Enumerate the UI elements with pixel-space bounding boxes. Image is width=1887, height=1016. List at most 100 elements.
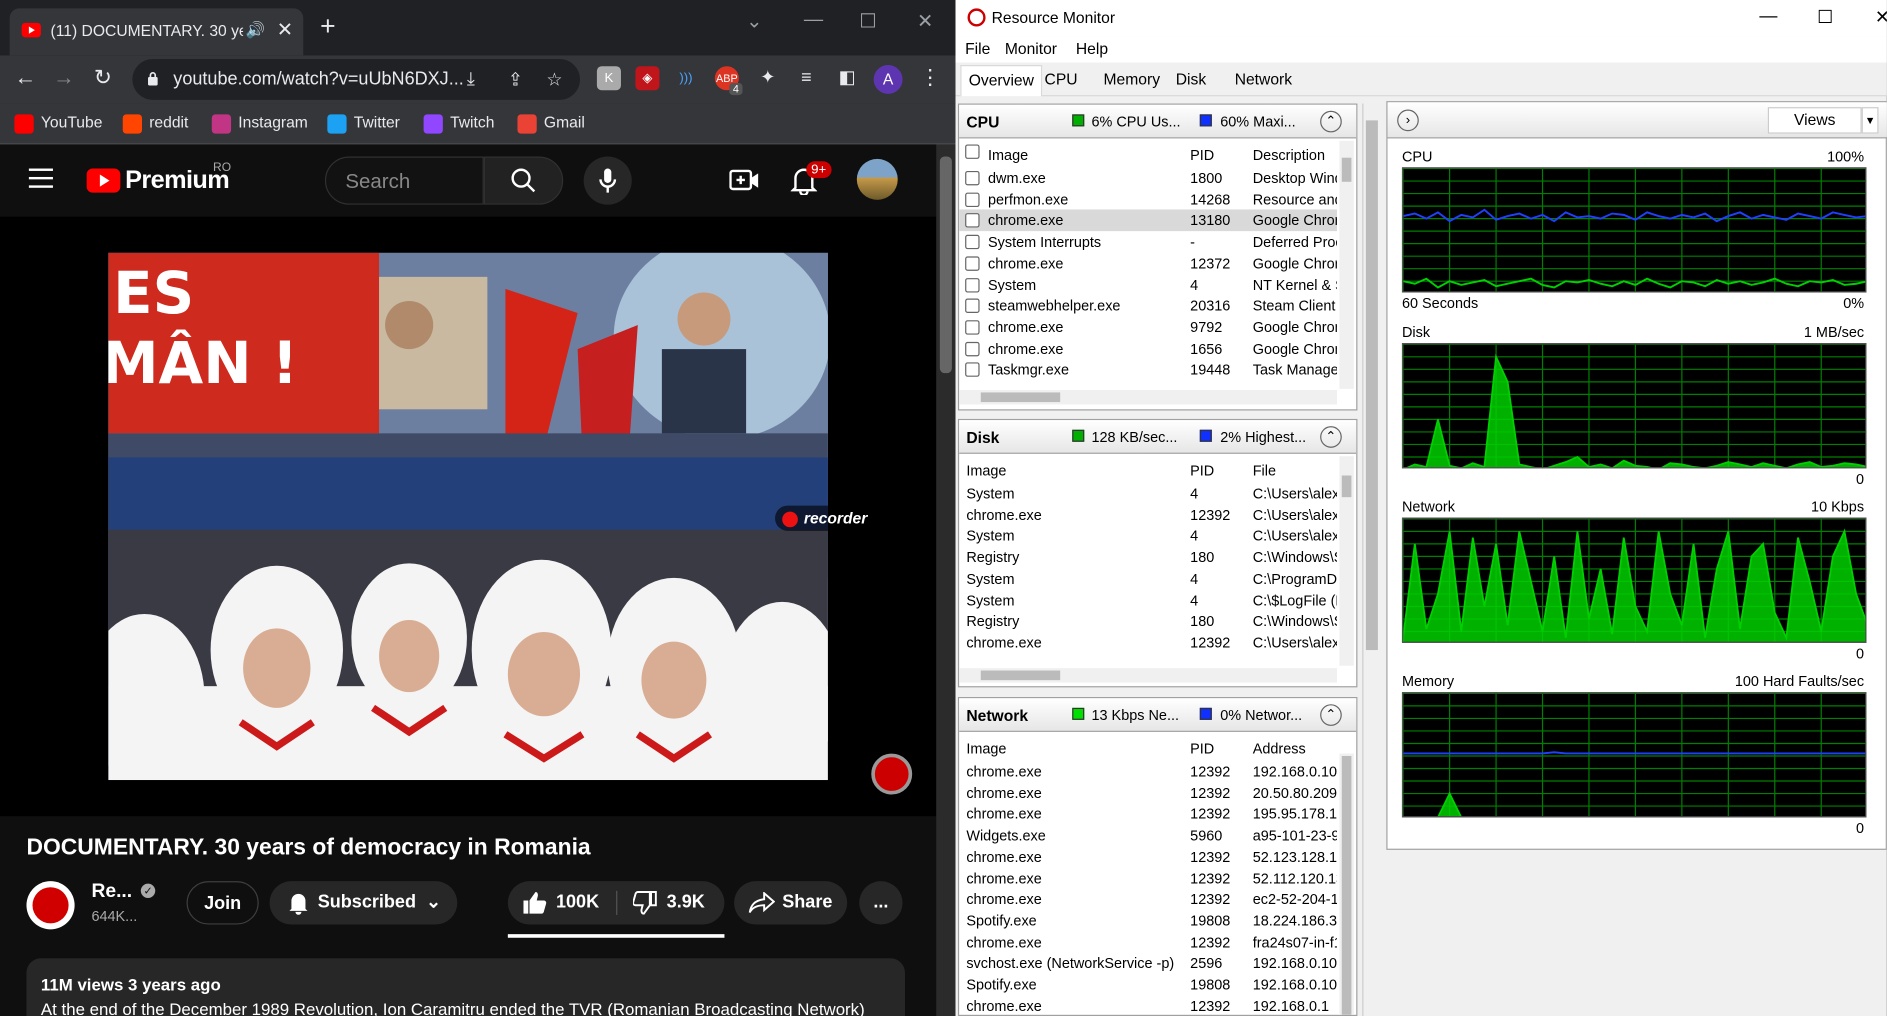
close-tab-icon[interactable]: ✕ (277, 18, 293, 42)
network-row[interactable]: chrome.exe 12392 ec2-52-204-1 (959, 889, 1337, 911)
menu-help[interactable]: Help (1076, 40, 1108, 58)
cpu-row[interactable]: System 4 NT Kernel & S (959, 274, 1337, 296)
network-row[interactable]: chrome.exe 12392 20.50.80.209 (959, 782, 1337, 804)
network-row[interactable]: chrome.exe 12392 52.123.128.14 (959, 846, 1337, 868)
tab-cpu[interactable]: CPU (1037, 70, 1084, 88)
profile-avatar[interactable]: A (873, 65, 903, 94)
cpu-section-header[interactable]: CPU 6% CPU Us... 60% Maxi... ⌃ (959, 104, 1357, 139)
video-frame[interactable]: ES MÂN ! (108, 252, 828, 781)
browser-tab[interactable]: (11) DOCUMENTARY. 30 yea 🔊 ✕ (9, 8, 304, 56)
bookmark-reddit[interactable]: reddit (122, 113, 188, 134)
bookmark-gmail[interactable]: Gmail (517, 113, 585, 134)
back-button[interactable]: ← (14, 65, 36, 90)
join-button[interactable]: Join (186, 881, 259, 925)
disk-vscroll[interactable] (1339, 456, 1354, 666)
cpu-row-checkbox[interactable] (965, 277, 980, 292)
cpu-col-image[interactable]: Image (988, 147, 1028, 164)
maximize-button[interactable]: ☐ (859, 10, 876, 34)
close-window-button[interactable]: ✕ (917, 10, 933, 34)
cpu-row-checkbox[interactable] (965, 298, 980, 314)
network-row[interactable]: chrome.exe 12392 fra24s07-in-f1 (959, 931, 1337, 953)
disk-col-image[interactable]: Image (966, 462, 1006, 479)
side-panel-icon[interactable]: ◧ (835, 66, 859, 90)
extension-shield-icon[interactable]: ◈ (635, 66, 660, 91)
description-box[interactable]: 11M views 3 years ago At the end of the … (26, 958, 905, 1016)
more-actions-button[interactable]: ... (859, 881, 903, 925)
disk-row[interactable]: System 4 C:\ProgramDa (959, 568, 1337, 590)
cpu-row-checkbox[interactable] (965, 192, 980, 207)
cpu-vscroll-thumb[interactable] (1341, 157, 1352, 182)
cpu-row[interactable]: System Interrupts - Deferred Proc (959, 231, 1337, 253)
video-player[interactable]: ES MÂN ! recorder (0, 216, 937, 817)
network-vscroll[interactable] (1339, 753, 1354, 1015)
cpu-vscroll[interactable] (1339, 140, 1354, 389)
network-row[interactable]: chrome.exe 12392 52.112.120.13 (959, 867, 1337, 889)
subscribed-button[interactable]: Subscribed ⌄ (269, 881, 458, 925)
extension-wave-icon[interactable]: ))) (674, 66, 698, 90)
views-dropdown-icon[interactable]: ▼ (1861, 107, 1879, 134)
network-row[interactable]: Spotify.exe 19808 18.224.186.35 (959, 910, 1337, 932)
search-button[interactable] (483, 156, 564, 205)
disk-col-pid[interactable]: PID (1190, 462, 1214, 479)
voice-search-button[interactable] (583, 156, 632, 205)
overview-scrollbar-thumb[interactable] (1365, 120, 1378, 651)
cpu-row-checkbox[interactable] (965, 234, 980, 250)
page-scrollbar-thumb[interactable] (939, 156, 952, 374)
disk-section-header[interactable]: Disk 128 KB/sec... 2% Highest... ⌃ (959, 420, 1357, 454)
bookmark-twitch[interactable]: Twitch (423, 113, 494, 134)
disk-row[interactable]: chrome.exe 12392 C:\Users\alex\ (959, 504, 1337, 526)
share-button[interactable]: Share (734, 881, 848, 925)
cpu-row[interactable]: chrome.exe 1656 Google Chron (959, 338, 1337, 360)
tab-search-chevron-icon[interactable]: ⌄ (746, 10, 762, 34)
channel-avatar[interactable] (26, 881, 75, 930)
disk-row[interactable]: System 4 C:\Users\alex\ (959, 525, 1337, 547)
tab-disk[interactable]: Disk (1169, 70, 1214, 88)
menu-hamburger-icon[interactable] (28, 168, 53, 188)
reload-button[interactable]: ↻ (94, 65, 112, 90)
search-input[interactable]: Search (324, 156, 484, 205)
cpu-hscroll[interactable] (959, 390, 1337, 405)
cpu-row[interactable]: Taskmgr.exe 19448 Task Manager (959, 359, 1337, 381)
disk-row[interactable]: chrome.exe 12392 C:\Users\alex\ (959, 632, 1337, 654)
network-col-pid[interactable]: PID (1190, 740, 1214, 757)
tab-memory[interactable]: Memory (1096, 70, 1167, 88)
tab-overview[interactable]: Overview (960, 65, 1043, 97)
resmon-maximize-button[interactable]: ☐ (1817, 6, 1833, 28)
cpu-hscroll-thumb[interactable] (980, 392, 1061, 403)
share-page-icon[interactable]: ⇪ (508, 69, 523, 90)
disk-row[interactable]: System 4 C:\$LogFile (N (959, 589, 1337, 611)
resmon-close-button[interactable]: ✕ (1875, 6, 1887, 28)
network-row[interactable]: Widgets.exe 5960 a95-101-23-9 (959, 825, 1337, 847)
cpu-row-checkbox[interactable] (965, 320, 980, 335)
network-row[interactable]: chrome.exe 12392 192.168.0.102 (959, 761, 1337, 783)
account-avatar[interactable] (856, 158, 898, 200)
cpu-row-checkbox[interactable] (965, 341, 980, 356)
browser-menu-icon[interactable]: ⋮ (919, 65, 941, 90)
cpu-col-description[interactable]: Description (1253, 147, 1325, 164)
disk-vscroll-thumb[interactable] (1341, 475, 1352, 498)
youtube-logo-icon[interactable] (86, 168, 121, 193)
disk-hscroll-thumb[interactable] (980, 670, 1061, 681)
cpu-collapse-icon[interactable]: ⌃ (1320, 110, 1342, 133)
recorder-overlay[interactable]: recorder (774, 505, 880, 531)
cpu-row-checkbox[interactable] (965, 362, 980, 378)
network-collapse-icon[interactable]: ⌃ (1320, 704, 1342, 726)
disk-row[interactable]: Registry 180 C:\Windows\S (959, 611, 1337, 633)
expand-graphs-icon[interactable]: › (1397, 109, 1419, 132)
forward-button[interactable]: → (53, 65, 75, 90)
disk-hscroll[interactable] (959, 668, 1337, 683)
disk-collapse-icon[interactable]: ⌃ (1320, 426, 1342, 448)
network-row[interactable]: Spotify.exe 19808 192.168.0.102 (959, 974, 1337, 996)
views-button[interactable]: Views (1767, 107, 1862, 134)
network-row[interactable]: chrome.exe 12392 192.168.0.1 (959, 995, 1337, 1015)
page-scrollbar[interactable] (936, 144, 956, 1016)
cpu-row-checkbox[interactable] (965, 256, 980, 271)
address-bar[interactable]: youtube.com/watch?v=uUbN6DXJ... ⤓ ⇪ ☆ (132, 58, 581, 100)
cpu-row-checkbox[interactable] (965, 170, 980, 186)
new-tab-button[interactable]: + (320, 11, 335, 41)
cpu-select-all-checkbox[interactable] (965, 144, 980, 159)
cpu-row-checkbox[interactable] (965, 213, 980, 228)
tab-network[interactable]: Network (1227, 70, 1299, 88)
menu-monitor[interactable]: Monitor (1005, 40, 1057, 58)
cpu-row[interactable]: dwm.exe 1800 Desktop Wind (959, 167, 1337, 189)
